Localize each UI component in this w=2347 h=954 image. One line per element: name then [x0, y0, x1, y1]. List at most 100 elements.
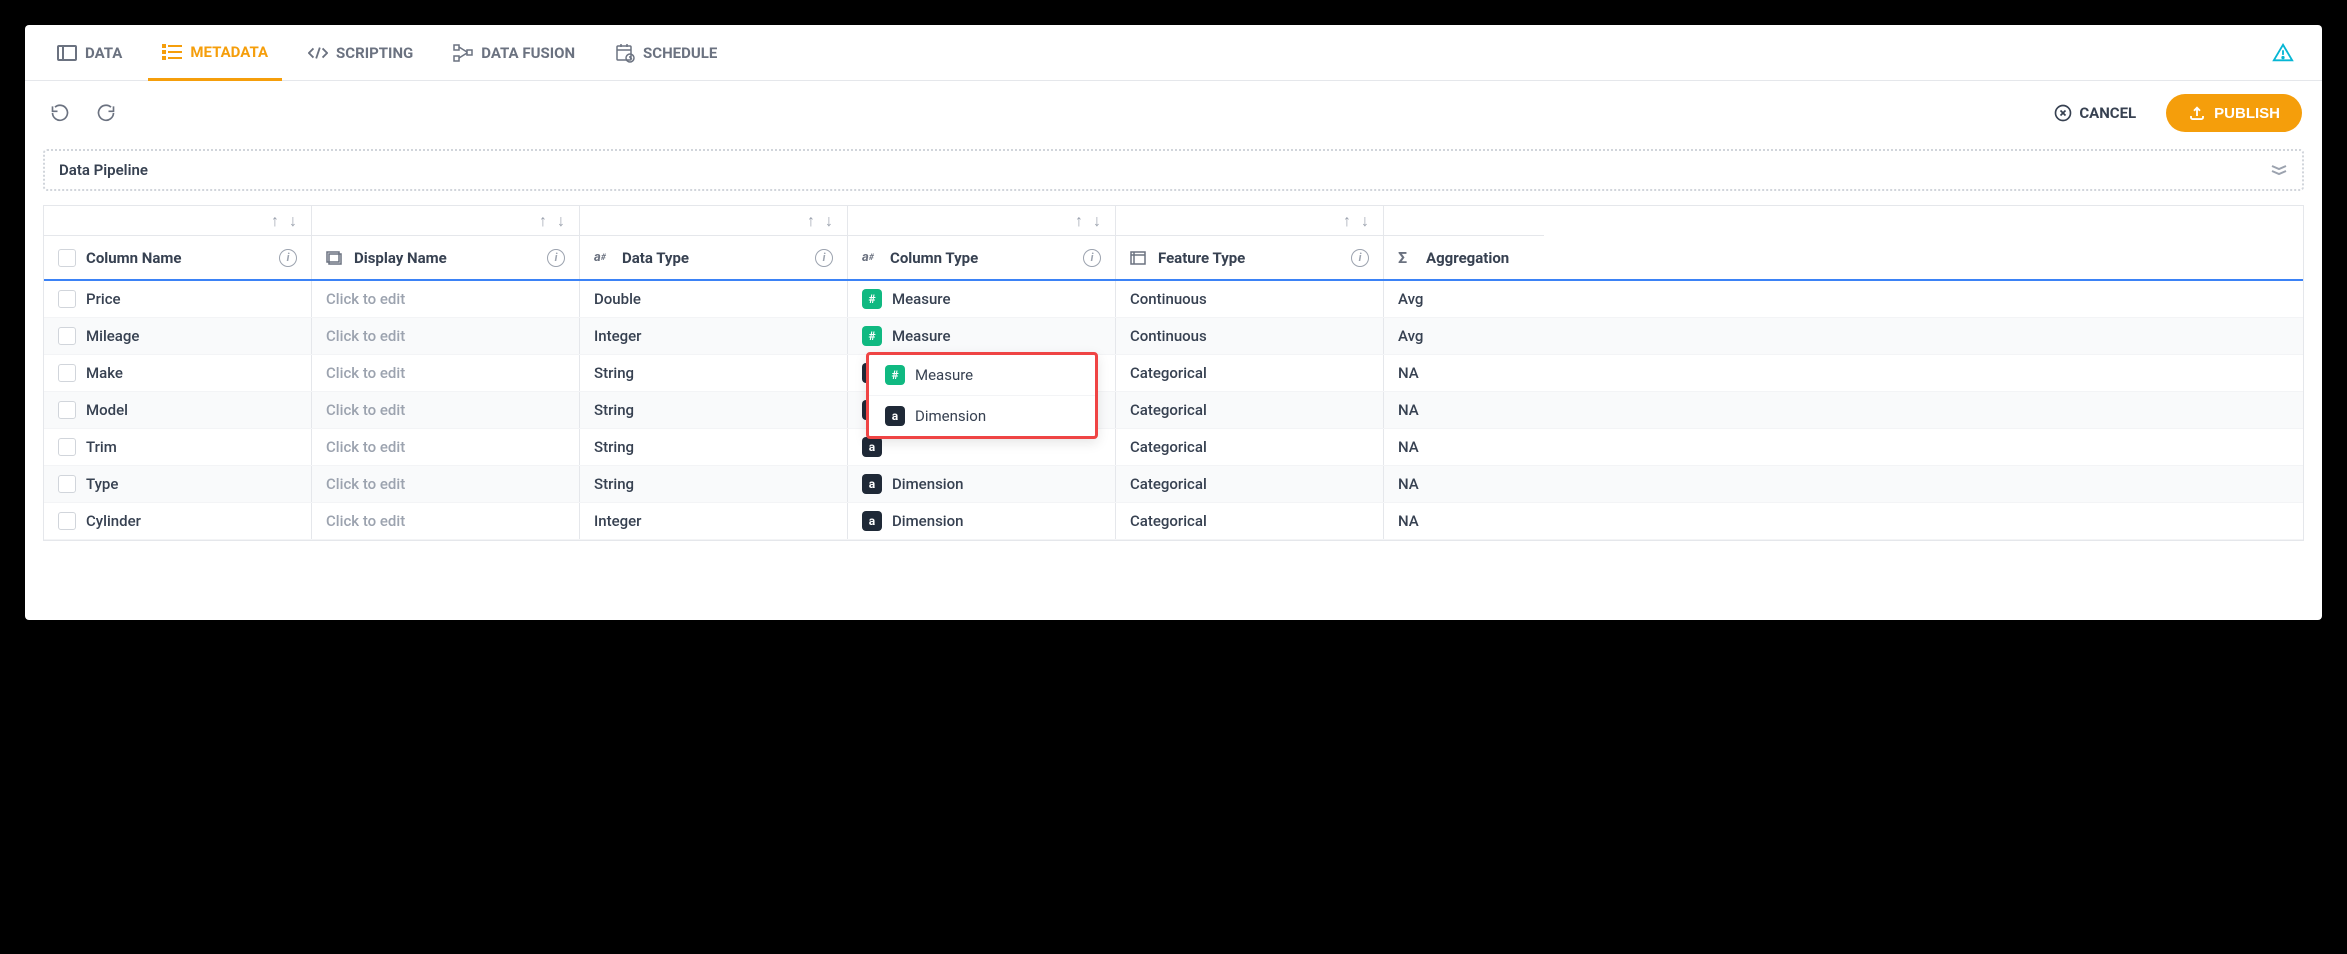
cell-data-type[interactable]: String [580, 466, 848, 502]
row-checkbox[interactable] [58, 401, 76, 419]
tab-scripting[interactable]: SCRIPTING [294, 27, 427, 79]
dropdown-option-dimension[interactable]: a Dimension [869, 396, 1095, 436]
tab-schedule[interactable]: SCHEDULE [601, 27, 731, 79]
cell-column-name[interactable]: Trim [44, 429, 312, 465]
pipeline-panel[interactable]: Data Pipeline [43, 149, 2304, 191]
display-name-placeholder: Click to edit [326, 475, 405, 493]
feature-type-value: Categorical [1130, 364, 1207, 382]
aggregation-value: Avg [1398, 290, 1423, 308]
cell-display-name[interactable]: Click to edit [312, 281, 580, 317]
row-checkbox[interactable] [58, 512, 76, 530]
cell-aggregation[interactable]: NA [1384, 503, 1544, 539]
featuretype-icon [1130, 251, 1148, 265]
cancel-button[interactable]: CANCEL [2039, 93, 2150, 133]
feature-type-value: Categorical [1130, 475, 1207, 493]
cell-feature-type[interactable]: Categorical [1116, 355, 1384, 391]
cell-display-name[interactable]: Click to edit [312, 392, 580, 428]
cell-column-name[interactable]: Model [44, 392, 312, 428]
cell-feature-type[interactable]: Categorical [1116, 392, 1384, 428]
metadata-table: ↑↓ ↑↓ ↑↓ ↑↓ ↑↓ Column Name i Display Nam… [43, 205, 2304, 541]
select-all-checkbox[interactable] [58, 249, 76, 267]
cell-display-name[interactable]: Click to edit [312, 355, 580, 391]
a-icon: a [885, 406, 905, 426]
scripting-icon [308, 43, 328, 63]
aggregation-value: Avg [1398, 327, 1423, 345]
publish-button[interactable]: PUBLISH [2166, 94, 2302, 132]
sort-cell[interactable]: ↑↓ [848, 206, 1116, 236]
cell-column-type[interactable]: a Dimension [848, 466, 1116, 502]
cell-feature-type[interactable]: Categorical [1116, 466, 1384, 502]
sort-cell[interactable]: ↑↓ [312, 206, 580, 236]
tab-data-fusion[interactable]: DATA FUSION [439, 27, 589, 79]
hdr-display-name: Display Name i [312, 236, 580, 279]
hdr-column-name: Column Name i [44, 236, 312, 279]
cell-data-type[interactable]: Integer [580, 503, 848, 539]
chevron-down-icon [2270, 164, 2288, 176]
info-icon[interactable]: i [815, 249, 833, 267]
cell-aggregation[interactable]: NA [1384, 466, 1544, 502]
header-row: Column Name i Display Name i a# Data Typ… [44, 236, 2303, 281]
column-type-value: Dimension [892, 475, 963, 493]
info-icon[interactable]: i [547, 249, 565, 267]
cell-column-name[interactable]: Make [44, 355, 312, 391]
column-type-dropdown: # Measure a Dimension [866, 352, 1098, 439]
cell-feature-type[interactable]: Continuous [1116, 281, 1384, 317]
cell-feature-type[interactable]: Continuous [1116, 318, 1384, 354]
column-name-value: Cylinder [86, 512, 141, 530]
a-icon: a [862, 437, 882, 457]
sort-cell[interactable]: ↑↓ [1116, 206, 1384, 236]
table-row: Mileage Click to edit Integer # Measure … [44, 318, 2303, 355]
warning-icon[interactable] [2272, 42, 2294, 64]
row-checkbox[interactable] [58, 438, 76, 456]
cell-aggregation[interactable]: Avg [1384, 318, 1544, 354]
sort-cell[interactable]: ↑↓ [44, 206, 312, 236]
redo-button[interactable] [91, 98, 121, 128]
cell-data-type[interactable]: Integer [580, 318, 848, 354]
hdr-label: Column Type [890, 249, 978, 267]
cell-column-name[interactable]: Price [44, 281, 312, 317]
schedule-icon [615, 43, 635, 63]
info-icon[interactable]: i [279, 249, 297, 267]
tabs-bar: DATA METADATA SCRIPTING DATA FUSION SCHE… [25, 25, 2322, 81]
cell-aggregation[interactable]: NA [1384, 355, 1544, 391]
cell-data-type[interactable]: String [580, 392, 848, 428]
cell-display-name[interactable]: Click to edit [312, 429, 580, 465]
row-checkbox[interactable] [58, 364, 76, 382]
cell-column-name[interactable]: Type [44, 466, 312, 502]
cell-data-type[interactable]: String [580, 429, 848, 465]
cell-display-name[interactable]: Click to edit [312, 503, 580, 539]
cell-feature-type[interactable]: Categorical [1116, 429, 1384, 465]
cell-column-type[interactable]: # Measure [848, 281, 1116, 317]
tab-data[interactable]: DATA [43, 27, 136, 79]
cell-display-name[interactable]: Click to edit [312, 466, 580, 502]
cell-aggregation[interactable]: NA [1384, 429, 1544, 465]
undo-button[interactable] [45, 98, 75, 128]
tab-metadata[interactable]: METADATA [148, 26, 282, 81]
row-checkbox[interactable] [58, 290, 76, 308]
cell-aggregation[interactable]: NA [1384, 392, 1544, 428]
cell-aggregation[interactable]: Avg [1384, 281, 1544, 317]
aggregation-value: NA [1398, 438, 1419, 456]
info-icon[interactable]: i [1083, 249, 1101, 267]
data-type-value: String [594, 401, 634, 419]
sort-cell[interactable]: ↑↓ [580, 206, 848, 236]
tab-label: DATA FUSION [481, 44, 575, 62]
data-type-value: Double [594, 290, 641, 308]
cell-column-name[interactable]: Mileage [44, 318, 312, 354]
cell-column-type[interactable]: # Measure [848, 318, 1116, 354]
row-checkbox[interactable] [58, 327, 76, 345]
cell-column-name[interactable]: Cylinder [44, 503, 312, 539]
cell-feature-type[interactable]: Categorical [1116, 503, 1384, 539]
cell-column-type[interactable]: a Dimension [848, 503, 1116, 539]
info-icon[interactable]: i [1351, 249, 1369, 267]
cell-display-name[interactable]: Click to edit [312, 318, 580, 354]
cell-data-type[interactable]: Double [580, 281, 848, 317]
a-icon: a [862, 474, 882, 494]
toolbar: CANCEL PUBLISH [25, 81, 2322, 145]
row-checkbox[interactable] [58, 475, 76, 493]
dropdown-option-measure[interactable]: # Measure [869, 355, 1095, 396]
display-name-placeholder: Click to edit [326, 364, 405, 382]
sort-cell [1384, 206, 1544, 236]
cell-data-type[interactable]: String [580, 355, 848, 391]
hdr-aggregation: Σ Aggregation [1384, 236, 1544, 279]
